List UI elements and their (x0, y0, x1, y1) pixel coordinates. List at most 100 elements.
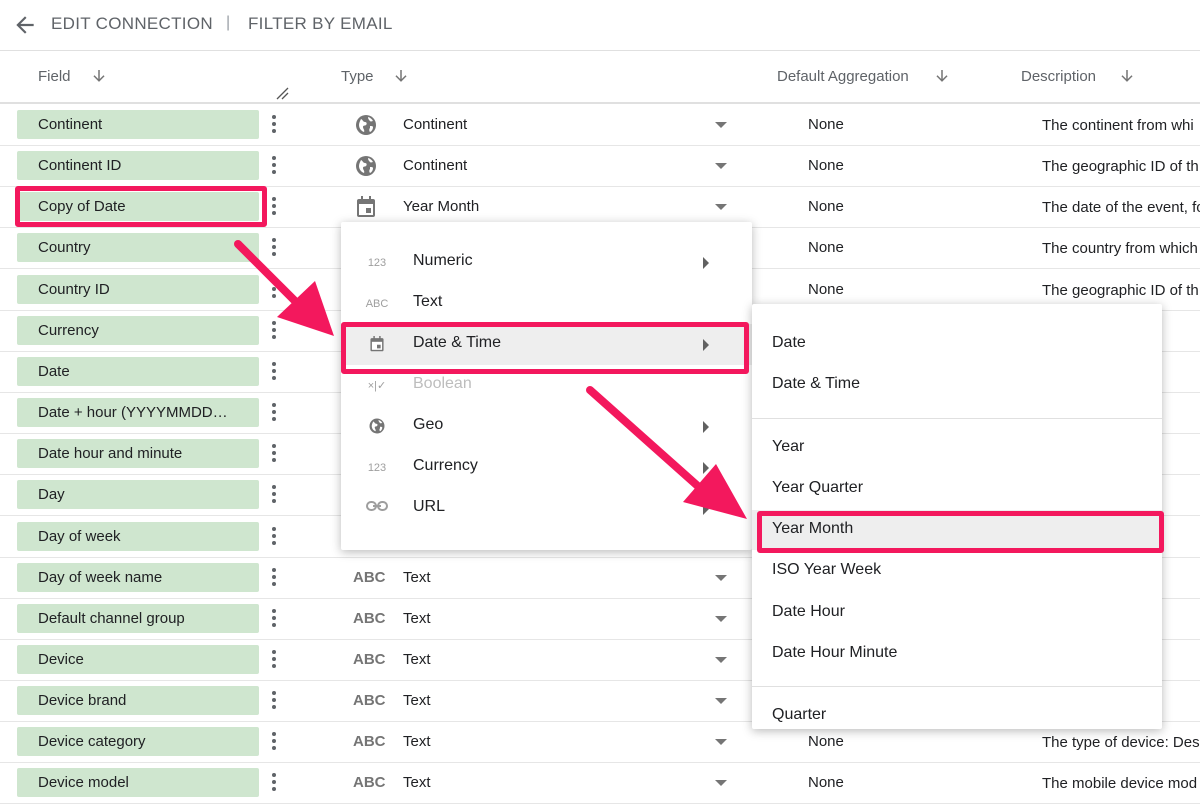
more-vert-icon[interactable] (269, 566, 279, 588)
field-chip[interactable]: Date hour and minute (17, 439, 259, 469)
type-menu-item[interactable]: ABC Text (341, 283, 752, 324)
field-chip[interactable]: Day (17, 480, 259, 510)
field-name: Continent (38, 116, 103, 133)
more-vert-icon[interactable] (269, 607, 279, 629)
field-chip[interactable]: Continent ID (17, 151, 259, 181)
aggregation-value[interactable]: None (808, 239, 844, 256)
submenu-item-label: Year Quarter (772, 479, 864, 496)
title-separator: | (226, 14, 231, 31)
sort-arrow-icon[interactable] (392, 66, 410, 86)
more-vert-icon[interactable] (269, 401, 279, 423)
type-glyph-icon: ×|✓ (367, 380, 387, 392)
more-vert-icon[interactable] (269, 525, 279, 547)
type-menu-item[interactable]: Geo (341, 406, 752, 447)
field-chip[interactable]: Device category (17, 727, 259, 757)
more-vert-icon[interactable] (269, 483, 279, 505)
dropdown-arrow-icon[interactable] (715, 204, 727, 211)
column-description[interactable]: Description (1021, 68, 1096, 85)
field-chip[interactable]: Country (17, 233, 259, 263)
field-chip[interactable]: Date (17, 356, 259, 386)
more-vert-icon[interactable] (269, 154, 279, 176)
type-menu-item[interactable]: Date & Time (341, 324, 752, 365)
description-text[interactable]: The country from which (1042, 240, 1198, 257)
field-chip[interactable]: Day of week (17, 521, 259, 551)
more-vert-icon[interactable] (269, 360, 279, 382)
date-submenu-item[interactable]: ISO Year Week (752, 551, 1162, 591)
more-vert-icon[interactable] (269, 113, 279, 135)
description-text[interactable]: The date of the event, fo (1042, 199, 1200, 216)
description-text[interactable]: The mobile device mod (1042, 775, 1197, 792)
dropdown-arrow-icon[interactable] (715, 163, 727, 170)
field-chip[interactable]: Date + hour (YYYYMMDD… (17, 398, 259, 428)
type-value: Text (403, 568, 431, 586)
dropdown-arrow-icon[interactable] (715, 122, 727, 128)
aggregation-value[interactable]: None (808, 157, 844, 174)
dropdown-arrow-icon[interactable] (715, 656, 727, 663)
type-menu-item[interactable]: 123 Currency (341, 447, 752, 488)
field-name: Currency (38, 321, 99, 339)
type-menu-item[interactable]: URL (341, 488, 752, 529)
date-submenu-item[interactable]: Date Hour Minute (752, 634, 1162, 674)
date-submenu-item[interactable]: Year (752, 428, 1162, 468)
more-vert-icon[interactable] (269, 319, 279, 341)
back-arrow-icon[interactable] (12, 12, 38, 38)
column-resize-handle[interactable] (275, 86, 289, 100)
more-vert-icon[interactable] (269, 278, 279, 300)
column-type[interactable]: Type (341, 68, 374, 85)
type-value: Text (403, 650, 431, 668)
date-submenu-item[interactable]: Date & Time (752, 365, 1162, 405)
more-vert-icon[interactable] (269, 730, 279, 752)
table-row: Continent ID Continent None The geographic … (0, 145, 1200, 188)
submenu-item-label: Date & Time (772, 375, 861, 392)
date-submenu-item[interactable]: Date (752, 324, 1162, 364)
type-icon-wrap (353, 113, 379, 137)
edit-connection-button[interactable]: EDIT CONNECTION (51, 14, 213, 34)
field-chip[interactable]: Copy of Date (17, 192, 259, 222)
more-vert-icon[interactable] (269, 689, 279, 711)
aggregation-value[interactable]: None (808, 281, 844, 298)
more-vert-icon[interactable] (269, 442, 279, 464)
dropdown-arrow-icon[interactable] (715, 739, 727, 746)
more-vert-icon[interactable] (269, 648, 279, 670)
field-chip[interactable]: Device brand (17, 686, 259, 716)
field-chip[interactable]: Continent (17, 110, 259, 139)
column-default-aggregation[interactable]: Default Aggregation (777, 68, 909, 85)
date-submenu-item[interactable]: Year Quarter (752, 469, 1162, 509)
dropdown-arrow-icon[interactable] (715, 780, 727, 787)
description-text[interactable]: The geographic ID of th (1042, 282, 1199, 299)
description-text[interactable]: The continent from whi (1042, 117, 1194, 134)
more-vert-icon[interactable] (269, 771, 279, 793)
sort-arrow-icon[interactable] (933, 66, 951, 86)
date-submenu-item[interactable]: Year Month (752, 510, 1162, 550)
dropdown-arrow-icon[interactable] (715, 698, 727, 705)
sort-arrow-icon[interactable] (1118, 66, 1136, 86)
sort-arrow-icon[interactable] (90, 66, 108, 86)
submenu-arrow-icon (703, 421, 709, 433)
field-chip[interactable]: Currency (17, 315, 259, 345)
type-menu-item[interactable]: 123 Numeric (341, 242, 752, 283)
date-submenu-item[interactable]: Quarter (752, 696, 1162, 729)
field-chip[interactable]: Country ID (17, 274, 259, 304)
field-chip[interactable]: Default channel group (17, 603, 259, 633)
filter-by-email-button[interactable]: FILTER BY EMAIL (248, 14, 393, 34)
description-text[interactable]: The geographic ID of th (1042, 158, 1199, 175)
date-submenu-item[interactable]: Date Hour (752, 593, 1162, 633)
column-field[interactable]: Field (38, 68, 71, 85)
field-chip[interactable]: Device model (17, 768, 259, 798)
more-vert-icon[interactable] (269, 236, 279, 258)
link-icon (366, 501, 388, 511)
submenu-item-label: Date (772, 334, 806, 351)
dropdown-arrow-icon[interactable] (715, 574, 727, 581)
more-vert-icon[interactable] (269, 195, 279, 217)
type-icon-wrap (353, 154, 379, 178)
field-name: Device (38, 650, 84, 668)
aggregation-value[interactable]: None (808, 733, 844, 750)
aggregation-value[interactable]: None (808, 116, 844, 133)
field-chip[interactable]: Day of week name (17, 562, 259, 592)
field-chip[interactable]: Device (17, 644, 259, 674)
type-glyph-icon: 123 (367, 462, 387, 474)
description-text[interactable]: The type of device: Des (1042, 734, 1200, 751)
type-value: Text (403, 609, 431, 627)
aggregation-value[interactable]: None (808, 198, 844, 215)
dropdown-arrow-icon[interactable] (715, 615, 727, 622)
